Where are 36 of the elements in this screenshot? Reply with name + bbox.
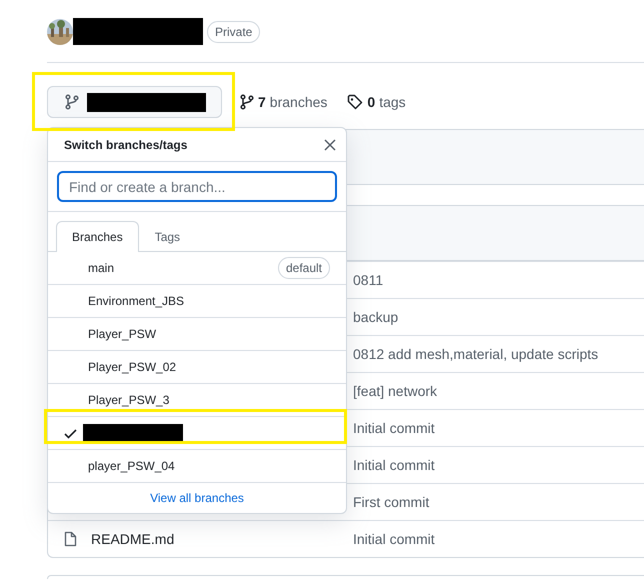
branch-icon — [240, 94, 254, 110]
branch-name: player_PSW_04 — [88, 458, 175, 475]
commit-message[interactable]: Initial commit — [353, 454, 435, 476]
default-label: default — [278, 257, 330, 279]
visibility-label: Private — [207, 20, 260, 42]
file-icon — [64, 531, 77, 547]
branch-item[interactable]: main default — [48, 252, 346, 285]
commit-message[interactable]: First commit — [353, 492, 430, 512]
count-link[interactable]: 0 tags — [347, 92, 406, 112]
tab[interactable]: Tags — [138, 221, 196, 252]
menu-title: Switch branches/tags — [64, 136, 188, 154]
branch-button[interactable] — [47, 86, 222, 118]
search-field[interactable]: Find or create a branch... — [57, 171, 337, 202]
branch-item[interactable]: Player_PSW_02 — [48, 351, 346, 384]
commit-message[interactable]: Initial commit — [353, 528, 435, 550]
branch-item[interactable]: Environment_JBS — [48, 285, 346, 318]
branch-item[interactable]: player_PSW_04 — [48, 450, 346, 483]
close-button[interactable] — [324, 138, 336, 150]
count-link[interactable]: 7 branches — [240, 92, 328, 112]
view-all-link[interactable]: View all branches — [150, 489, 244, 507]
commit-message[interactable]: 0812 add mesh,material, update scripts — [353, 344, 598, 364]
branch-name: Environment_JBS — [88, 293, 184, 310]
commit-message[interactable]: [feat] network — [353, 380, 438, 402]
branch-name: Player_PSW_02 — [88, 359, 176, 376]
commit-message[interactable]: 0811 — [353, 270, 384, 290]
commit-message[interactable]: Initial commit — [353, 418, 435, 438]
tab[interactable]: Branches — [56, 221, 139, 252]
commit-message[interactable]: backup — [353, 306, 398, 328]
branch-item[interactable]: Player_PSW_3 — [48, 384, 346, 417]
file-name[interactable]: README.md — [91, 528, 174, 550]
branch-name: Player_PSW — [88, 326, 156, 343]
branch-name: Player_PSW_3 — [88, 392, 170, 409]
branch-name: main — [88, 260, 114, 277]
branch-item[interactable]: Player_PSW — [48, 318, 346, 351]
tag-icon — [347, 94, 364, 110]
branch-icon — [65, 94, 79, 110]
